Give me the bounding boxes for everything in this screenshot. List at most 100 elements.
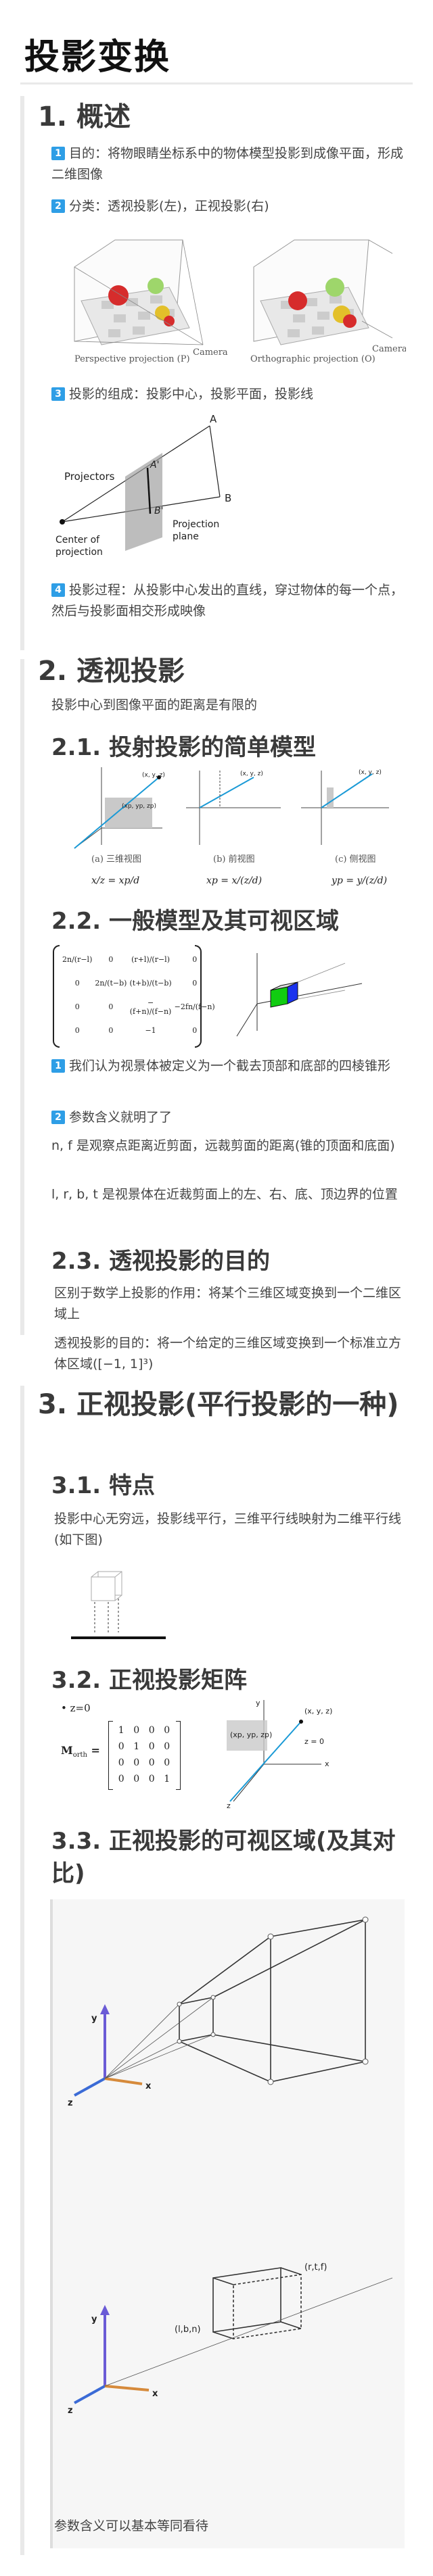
subsection-heading-purpose: 2.3. 透视投影的目的 bbox=[51, 1248, 270, 1275]
perspective-matrix-table: 2n/(r−l) 0 (r+l)/(r−l) 0 0 2n/(t−b) (t+b)/(t−b… bbox=[61, 948, 216, 1042]
number-badge: 2 bbox=[51, 199, 65, 213]
item-text: 投影的组成：投影中心，投影平面，投影线 bbox=[69, 387, 314, 402]
subsection-heading-simple-model: 2.1. 投射投影的简单模型 bbox=[51, 734, 316, 761]
page-title: 投影变换 bbox=[24, 37, 171, 78]
equation-front: xp = x/(z/d) bbox=[206, 875, 262, 886]
matrix-left-bracket bbox=[53, 945, 60, 1048]
frustum-axis-x: x bbox=[145, 2081, 152, 2091]
matrix-cell: 0 bbox=[148, 1741, 155, 1752]
matrix-cell: 1 bbox=[133, 1741, 140, 1752]
m-label: M bbox=[61, 1744, 73, 1757]
view-caption-side: (c) 侧视图 bbox=[335, 854, 376, 865]
matrix-cell: 0 bbox=[118, 1757, 124, 1768]
overview-item-purpose: 1 目的：将物眼睛坐标系中的物体模型投影到成像平面，形成二维图像 bbox=[51, 143, 403, 185]
section-bar bbox=[20, 1386, 24, 2555]
overview-item-process: 4 投影过程：从投影中心发出的直线，穿过物体的每一个点，然后与投影面相交形成映像 bbox=[51, 580, 403, 622]
section-heading-perspective: 2. 透视投影 bbox=[38, 656, 185, 687]
perspective-intro: 投影中心到图像平面的距离是有限的 bbox=[51, 698, 258, 712]
projected-point-label: (xp, yp, zp) bbox=[122, 803, 156, 810]
features-paragraph: 投影中心无穷远，投影线平行，三维平行线映射为二维平行线(如下图) bbox=[54, 1511, 402, 1547]
ortho-point-label: (x, y, z) bbox=[304, 1707, 332, 1716]
matrix-cell: 0 bbox=[108, 1002, 114, 1011]
corner-far-label: (r,t,f) bbox=[304, 2262, 327, 2273]
front-point-label: (x, y, z) bbox=[240, 771, 263, 777]
frustum-axis-y: y bbox=[91, 2014, 97, 2024]
matrix-cell: 0 bbox=[148, 1757, 155, 1768]
matrix-cell: 0 bbox=[148, 1725, 155, 1736]
matrix-cell: 0 bbox=[133, 1757, 140, 1768]
equation-side: yp = y/(z/d) bbox=[331, 875, 387, 886]
camera-label-left: Camera bbox=[193, 347, 228, 358]
camera-label-right: Camera bbox=[372, 344, 406, 354]
ortho-matrix-table: 1000010000000001 bbox=[114, 1722, 175, 1787]
ortho-matrix-block: • z=0 Morth = 1000010000000001 bbox=[61, 1702, 189, 1797]
subsection-heading-features: 3.1. 特点 bbox=[51, 1472, 155, 1499]
z-zero-label: • z=0 bbox=[61, 1702, 91, 1714]
matrix-cell: (t+b)/(t−b) bbox=[129, 979, 172, 988]
point-label: (x, y, z) bbox=[142, 772, 165, 779]
perspective-panel: Perspective projection (P) Camera bbox=[74, 239, 228, 364]
label-center-2: projection bbox=[55, 547, 103, 558]
number-badge: 4 bbox=[51, 583, 65, 597]
ortho-projected-label: (xp, yp, zp) bbox=[230, 1730, 272, 1739]
item-text: 参数含义就明了了 bbox=[69, 1110, 173, 1125]
section-bar bbox=[20, 659, 24, 1335]
parallel-projection-figure bbox=[71, 1571, 166, 1639]
overview-item-types: 2 分类：透视投影(左)，正视投影(右) bbox=[51, 196, 403, 217]
purpose-paragraph-math: 区别于数学上投影的作用：将某个三维区域变换到一个二维区域上 bbox=[54, 1286, 402, 1321]
ortho-matrix-bracket-left bbox=[108, 1721, 113, 1790]
matrix-cell: 0 bbox=[192, 979, 198, 988]
item-text: 投影过程：从投影中心发出的直线，穿过物体的每一个点，然后与投影面相交形成映像 bbox=[51, 583, 404, 618]
matrix-cell: 0 bbox=[74, 1026, 80, 1035]
matrix-cell: −1 bbox=[145, 1026, 156, 1035]
label-plane-2: plane bbox=[173, 531, 199, 542]
section-heading-overview: 1. 概述 bbox=[38, 101, 131, 132]
view-volume-footer: 参数含义可以基本等同看待 bbox=[54, 2519, 209, 2533]
matrix-cell: 0 bbox=[108, 1026, 114, 1035]
ortho-plane-label: z = 0 bbox=[304, 1737, 324, 1746]
ortho-projection-figure: (x, y, z) (xp, yp, zp) z = 0 x y z bbox=[227, 1700, 332, 1810]
item-text: 我们认为视景体被定义为一个截去顶部和底部的四棱锥形 bbox=[69, 1059, 391, 1073]
param-lrbt-description: l, r, b, t 是视景体在近裁剪面上的左、右、底、顶边界的位置 bbox=[51, 1187, 398, 1202]
matrix-cell: 2n/(t−b) bbox=[95, 979, 127, 988]
matrix-cell: 0 bbox=[148, 1774, 155, 1784]
matrix-cell: 0 bbox=[164, 1741, 170, 1752]
matrix-row: 1000 bbox=[114, 1722, 175, 1739]
matrix-cell: 0 bbox=[164, 1757, 170, 1768]
equation-3d: x/z = xp/d bbox=[91, 875, 139, 886]
ortho-matrix-bracket-right bbox=[176, 1721, 181, 1790]
m-subscript: orth bbox=[72, 1751, 87, 1759]
subsection-heading-ortho-matrix: 3.2. 正视投影矩阵 bbox=[51, 1667, 247, 1694]
label-b: B bbox=[225, 492, 231, 504]
matrix-row: 0100 bbox=[114, 1739, 175, 1755]
label-center: Center of bbox=[55, 535, 100, 545]
side-view: (x, y, z) (c) 侧视图 yp = y/(z/d) bbox=[301, 769, 389, 886]
view-caption-3d: (a) 三维视图 bbox=[91, 854, 141, 865]
axis-y-label: y bbox=[256, 1700, 260, 1707]
side-point-label: (x, y, z) bbox=[359, 769, 382, 776]
title-divider bbox=[20, 82, 413, 84]
matrix-row: 0 0 −(f+n)/(f−n) −2fn/(f−n) bbox=[61, 995, 216, 1019]
label-a-prime: A' bbox=[150, 460, 159, 470]
equals-sign: = bbox=[87, 1744, 100, 1757]
matrix-cell: 0 bbox=[133, 1774, 140, 1784]
section-heading-orthographic: 3. 正视投影(平行投影的一种) bbox=[38, 1389, 399, 1420]
item-text: 分类：透视投影(左)，正视投影(右) bbox=[69, 199, 269, 214]
matrix-cell: 0 bbox=[118, 1774, 124, 1784]
projection-types-figure: Perspective projection (P) Camera Orthog… bbox=[74, 239, 406, 364]
matrix-row: 0000 bbox=[114, 1755, 175, 1771]
three-d-view: (x, y, z) (xp, yp, zp) (a) 三维视图 x/z = xp… bbox=[74, 767, 165, 886]
orthographic-box-figure: y z x (r,t,f) (l,b,n) bbox=[68, 2262, 393, 2416]
front-view: (x, y, z) (b) 前视图 xp = x/(z/d) bbox=[186, 771, 281, 886]
label-a: A bbox=[210, 413, 217, 425]
perspective-matrix: 2n/(r−l) 0 (r+l)/(r−l) 0 0 2n/(t−b) (t+b)/(t−b… bbox=[53, 945, 215, 1048]
matrix-row: 0 0 −1 0 bbox=[61, 1019, 216, 1042]
view-caption-front: (b) 前视图 bbox=[213, 854, 255, 865]
section-bar bbox=[20, 96, 24, 650]
subsection-heading-general-model: 2.2. 一般模型及其可视区域 bbox=[51, 908, 339, 935]
number-badge: 2 bbox=[51, 1111, 65, 1124]
frustum-axis-z: z bbox=[68, 2098, 73, 2108]
matrix-cell: 0 bbox=[164, 1725, 170, 1736]
label-plane: Projection bbox=[173, 519, 219, 530]
matrix-row: 0 2n/(t−b) (t+b)/(t−b) 0 bbox=[61, 971, 216, 995]
